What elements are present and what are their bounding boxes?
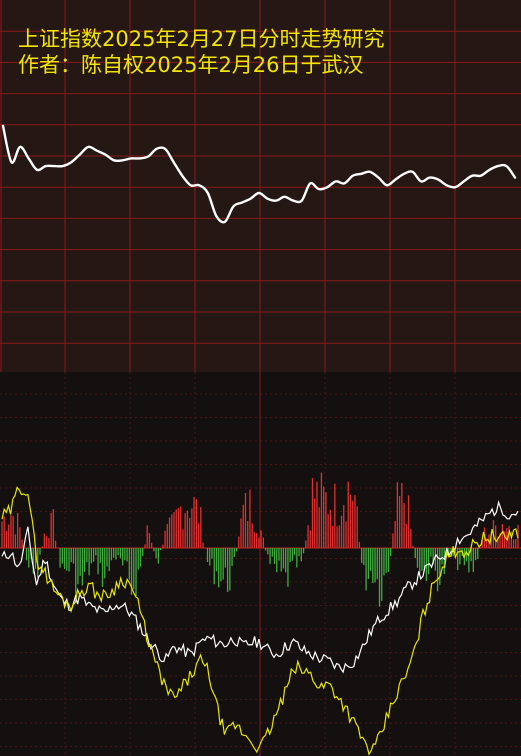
chart-subtitle: 作者：陈自权2025年2月26日于武汉 <box>18 53 364 77</box>
chart-title: 上证指数2025年2月27日分时走势研究 <box>18 27 385 51</box>
chart-canvas <box>0 0 521 756</box>
